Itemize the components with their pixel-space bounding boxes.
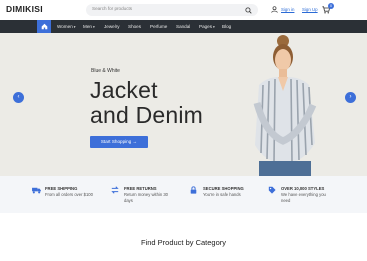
feature-title: FREE SHIPPING [45,186,78,191]
hero-banner: ‹ Blue & White Jacket and Denim Start Sh… [0,33,367,176]
feature-text: From all orders over $100 [45,192,93,197]
main-nav: Women▾ Men▾ Jewelry Shoes Perfume Sandal… [0,20,367,33]
chevron-down-icon: ▾ [73,25,76,29]
nav-item-blog[interactable]: Blog [222,24,231,29]
feature-title: SECURE SHOPPING [203,186,244,191]
user-icon[interactable] [271,6,278,13]
category-section-title: Find Product by Category [140,238,227,247]
truck-icon [32,187,41,194]
exchange-icon [111,186,119,194]
chevron-left-icon: ‹ [17,94,20,100]
nav-item-sandal[interactable]: Sandal [176,24,190,29]
chevron-right-icon: › [349,94,352,100]
nav-item-men[interactable]: Men▾ [83,24,95,29]
sign-in-link[interactable]: Sign in [281,7,294,12]
tag-icon [268,186,276,194]
lock-icon [190,186,197,194]
hero-title-line-1: Jacket [90,77,158,103]
search-icon[interactable] [245,6,252,14]
feature-title: FREE RETURNS [124,186,157,191]
chevron-down-icon: ▾ [92,25,95,29]
slider-next-button[interactable]: › [345,92,356,103]
feature-text: We have everything you need [281,192,326,203]
cart-count-badge: 0 [328,3,334,9]
hero-title-line-2: and Denim [90,102,204,128]
hero-eyebrow: Blue & White [91,68,120,74]
chevron-down-icon: ▾ [213,25,215,29]
nav-item-jewelry[interactable]: Jewelry [104,24,120,29]
nav-item-women[interactable]: Women▾ [57,24,75,29]
hero-model-image [253,35,317,176]
feature-text: Return money within 30 days [124,192,168,203]
feature-title: OVER 10,000 STYLES [281,186,325,191]
nav-item-shoes[interactable]: Shoes [128,24,141,29]
search-input[interactable]: Search for products [86,4,258,16]
site-logo[interactable]: DIMIKISI [6,4,43,14]
top-bar: DIMIKISI Search for products Sign in Sig… [0,0,367,20]
slider-prev-button[interactable]: ‹ [13,92,24,103]
feature-strip: FREE SHIPPING From all orders over $100 … [0,176,367,213]
start-shopping-button[interactable]: Start Shopping → [90,136,148,148]
nav-item-pages[interactable]: Pages▾ [199,24,215,29]
search-placeholder: Search for products [92,6,133,11]
hero-title: Jacket and Denim [90,78,203,128]
nav-item-perfume[interactable]: Perfume [150,24,167,29]
home-icon [41,23,47,30]
feature-text: You're in safe hands [203,192,241,197]
sign-up-link[interactable]: Sign Up [302,7,318,12]
nav-home-button[interactable] [37,20,51,33]
